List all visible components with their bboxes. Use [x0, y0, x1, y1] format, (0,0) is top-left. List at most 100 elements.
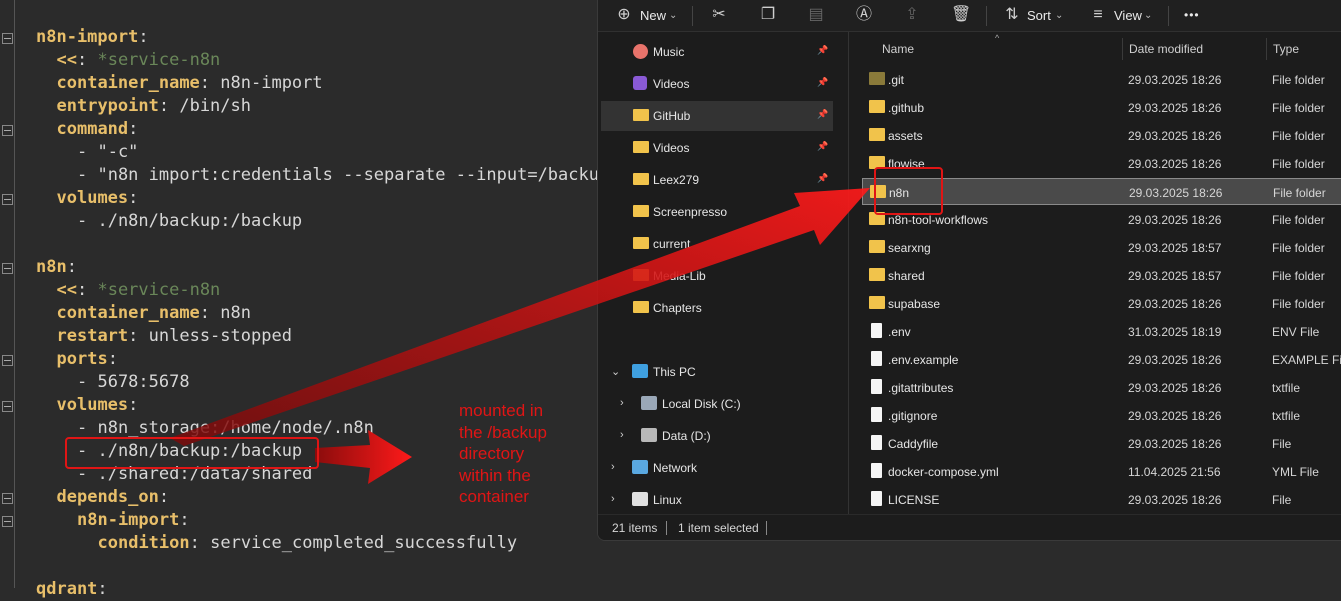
- file-name: shared: [888, 269, 925, 283]
- chevron-down-icon[interactable]: ⌄: [1144, 0, 1152, 31]
- nav-item-videos[interactable]: Videos 📌: [601, 69, 833, 99]
- file-row[interactable]: assets 29.03.2025 18:26 File folder: [862, 122, 1341, 149]
- more-options-button[interactable]: •••: [1184, 0, 1200, 31]
- new-button[interactable]: New: [640, 0, 666, 31]
- code-line[interactable]: restart: unless-stopped: [57, 325, 292, 348]
- fold-toggle-icon[interactable]: [2, 401, 13, 412]
- file-row[interactable]: LICENSE 29.03.2025 18:26 File: [862, 486, 1341, 513]
- pin-icon[interactable]: 📌: [817, 77, 828, 89]
- nav-item-screenpresso[interactable]: Screenpresso: [601, 197, 833, 227]
- code-line[interactable]: ports:: [57, 348, 118, 371]
- navigation-pane[interactable]: Music 📌 Videos 📌 GitHub 📌 Videos 📌 Leex279 📌 Scree…: [598, 32, 849, 514]
- fold-toggle-icon[interactable]: [2, 194, 13, 205]
- code-line[interactable]: entrypoint: /bin/sh: [57, 95, 252, 118]
- file-row[interactable]: .env 31.03.2025 18:19 ENV File: [862, 318, 1341, 345]
- fold-toggle-icon[interactable]: [2, 516, 13, 527]
- code-line[interactable]: depends_on:: [57, 486, 170, 509]
- code-line[interactable]: <<: *service-n8n: [57, 49, 221, 72]
- chevron-icon[interactable]: ⌄: [611, 365, 620, 378]
- fold-toggle-icon[interactable]: [2, 263, 13, 274]
- code-line[interactable]: - 5678:5678: [77, 371, 190, 394]
- code-line[interactable]: container_name: n8n-import: [57, 72, 323, 95]
- rename-icon[interactable]: Ⓐ: [855, 6, 873, 24]
- file-row[interactable]: searxng 29.03.2025 18:57 File folder: [862, 234, 1341, 261]
- delete-icon[interactable]: 🗑: [951, 6, 971, 24]
- file-row[interactable]: flowise 29.03.2025 18:26 File folder: [862, 150, 1341, 177]
- chevron-down-icon[interactable]: ⌄: [669, 0, 677, 31]
- code-line[interactable]: - "n8n import:credentials --separate --i…: [77, 164, 599, 187]
- pin-icon[interactable]: 📌: [817, 109, 828, 121]
- code-line[interactable]: n8n:: [36, 256, 77, 279]
- pin-icon[interactable]: 📌: [817, 45, 828, 57]
- column-divider[interactable]: [1122, 38, 1123, 60]
- chevron-down-icon[interactable]: ⌄: [1055, 0, 1063, 31]
- yaml-key: n8n: [36, 257, 67, 277]
- nav-item-current[interactable]: current: [601, 229, 833, 259]
- code-line[interactable]: qdrant:: [36, 578, 108, 601]
- nav-item-chapters[interactable]: Chapters: [601, 293, 833, 323]
- view-button[interactable]: View: [1114, 0, 1142, 31]
- nav-item-this-pc[interactable]: ⌄ This PC: [601, 357, 833, 387]
- yaml-separator: :: [128, 326, 149, 346]
- column-date-header[interactable]: Date modified: [1129, 42, 1203, 56]
- yaml-separator: :: [158, 96, 180, 116]
- code-line[interactable]: container_name: n8n: [57, 302, 252, 325]
- file-row[interactable]: docker-compose.yml 11.04.2025 21:56 YML Fi…: [862, 458, 1341, 485]
- yaml-value: - n8n_storage:/home/node/.n8n: [77, 418, 374, 438]
- chevron-icon[interactable]: ›: [620, 429, 624, 441]
- file-list[interactable]: Name ^ Date modified Type .git 29.03.2025…: [850, 32, 1341, 514]
- file-row[interactable]: Caddyfile 29.03.2025 18:26 File: [862, 430, 1341, 457]
- file-row[interactable]: .gitattributes 29.03.2025 18:26 txtfile: [862, 374, 1341, 401]
- fold-toggle-icon[interactable]: [2, 33, 13, 44]
- file-date: 29.03.2025 18:26: [1128, 101, 1222, 115]
- copy-icon[interactable]: ❐: [759, 6, 777, 24]
- cut-icon[interactable]: ✂: [710, 6, 728, 24]
- sort-icon[interactable]: ⇅: [1003, 6, 1021, 24]
- file-row[interactable]: n8n-tool-workflows 29.03.2025 18:26 File f…: [862, 206, 1341, 233]
- pin-icon[interactable]: 📌: [817, 173, 828, 185]
- fold-toggle-icon[interactable]: [2, 355, 13, 366]
- nav-item-music[interactable]: Music 📌: [601, 37, 833, 67]
- column-name-header[interactable]: Name: [882, 42, 914, 56]
- code-line[interactable]: n8n-import:: [36, 26, 149, 49]
- new-plus-icon[interactable]: ⊕: [615, 6, 633, 24]
- code-line[interactable]: - ./shared:/data/shared: [77, 463, 312, 486]
- file-row[interactable]: .git 29.03.2025 18:26 File folder: [862, 66, 1341, 93]
- nav-item-videos[interactable]: Videos 📌: [601, 133, 833, 163]
- code-line[interactable]: n8n-import:: [77, 509, 190, 532]
- toolbar-divider: [692, 6, 693, 26]
- fold-toggle-icon[interactable]: [2, 125, 13, 136]
- fold-toggle-icon[interactable]: [2, 493, 13, 504]
- sort-button[interactable]: Sort: [1027, 0, 1051, 31]
- file-row[interactable]: supabase 29.03.2025 18:26 File folder: [862, 290, 1341, 317]
- code-line[interactable]: command:: [57, 118, 139, 141]
- nav-item-leex279[interactable]: Leex279 📌: [601, 165, 833, 195]
- nav-item-network[interactable]: › Network: [601, 453, 833, 483]
- chevron-icon[interactable]: ›: [620, 397, 624, 409]
- code-line[interactable]: - ./n8n/backup:/backup: [77, 440, 302, 463]
- code-line[interactable]: - "-c": [77, 141, 138, 164]
- pin-icon[interactable]: 📌: [817, 141, 828, 153]
- nav-item-linux[interactable]: › Linux: [601, 485, 833, 515]
- nav-item-local-disk[interactable]: › Local Disk (C:): [601, 389, 833, 419]
- column-divider[interactable]: [1266, 38, 1267, 60]
- yaml-separator: :: [199, 73, 221, 93]
- code-line[interactable]: <<: *service-n8n: [57, 279, 221, 302]
- file-row[interactable]: .env.example 29.03.2025 18:26 EXAMPLE File: [862, 346, 1341, 373]
- column-type-header[interactable]: Type: [1273, 42, 1299, 56]
- code-line[interactable]: - n8n_storage:/home/node/.n8n: [77, 417, 374, 440]
- view-icon[interactable]: ≡: [1089, 6, 1107, 24]
- file-row[interactable]: .gitignore 29.03.2025 18:26 txtfile: [862, 402, 1341, 429]
- chevron-icon[interactable]: ›: [611, 461, 615, 473]
- file-row[interactable]: shared 29.03.2025 18:57 File folder: [862, 262, 1341, 289]
- nav-item-data-drive[interactable]: › Data (D:): [601, 421, 833, 451]
- nav-item-media-lib[interactable]: Media-Lib: [601, 261, 833, 291]
- code-line[interactable]: condition: service_completed_successfull…: [98, 532, 518, 555]
- code-line[interactable]: volumes:: [57, 394, 139, 417]
- file-row[interactable]: .github 29.03.2025 18:26 File folder: [862, 94, 1341, 121]
- chevron-icon[interactable]: ›: [611, 493, 615, 505]
- code-line[interactable]: volumes:: [57, 187, 139, 210]
- nav-item-github[interactable]: GitHub 📌: [601, 101, 833, 131]
- code-line[interactable]: - ./n8n/backup:/backup: [77, 210, 302, 233]
- file-row[interactable]: n8n 29.03.2025 18:26 File folder: [862, 178, 1341, 205]
